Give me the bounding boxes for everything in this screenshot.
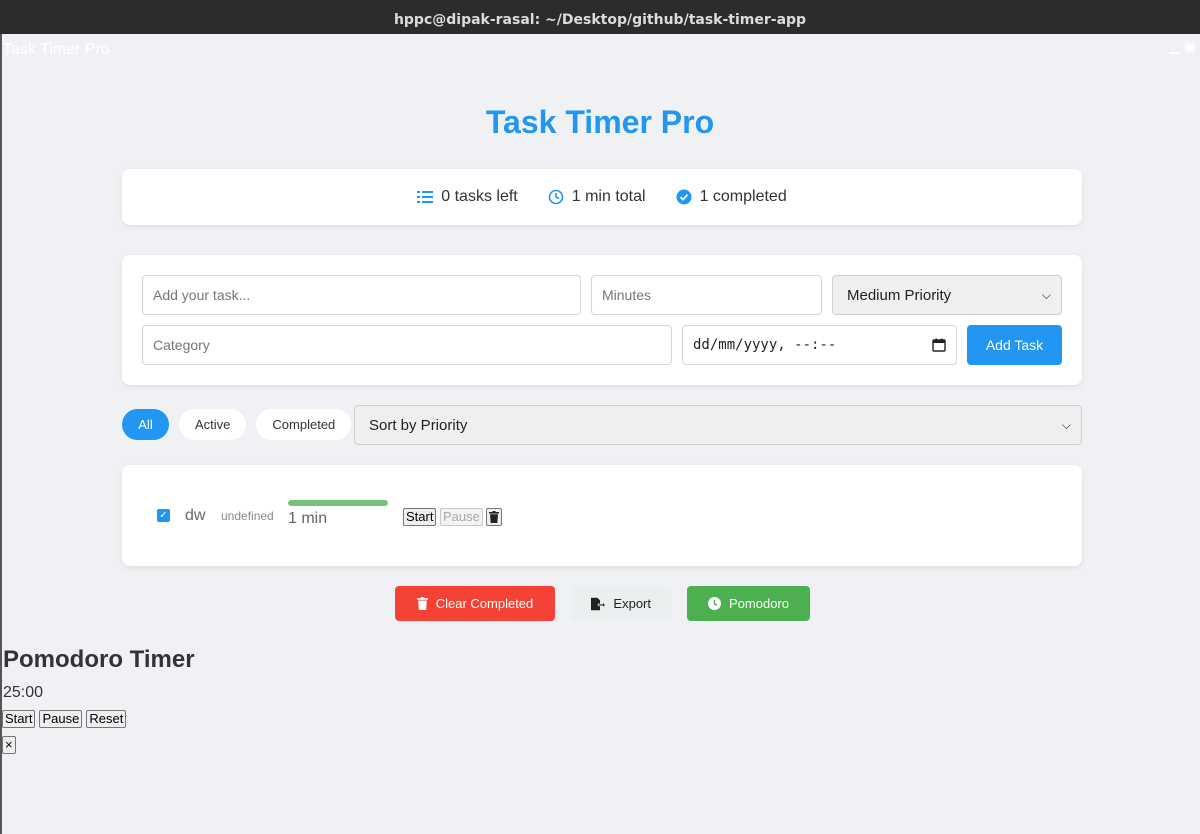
file-export-icon bbox=[591, 597, 606, 610]
close-icon[interactable]: × bbox=[2, 736, 16, 754]
bulk-actions: Clear Completed Export Pomodoro bbox=[395, 586, 810, 621]
stat-completed: 1 completed bbox=[676, 188, 787, 206]
pomodoro-reset-button[interactable]: Reset bbox=[86, 710, 127, 728]
task-pause-button[interactable]: Pause bbox=[440, 508, 483, 526]
stats-bar: 0 tasks left 1 min total 1 completed bbox=[122, 169, 1082, 225]
task-complete-checkbox[interactable]: ✓ bbox=[157, 509, 170, 522]
add-task-form: Medium Priority ⌵ dd/mm/yyyy, --:-- Add … bbox=[122, 255, 1082, 385]
clock-icon bbox=[708, 597, 721, 610]
priority-selected-value: Medium Priority bbox=[847, 286, 952, 304]
task-name: dw bbox=[185, 507, 206, 524]
task-time: 1 min bbox=[288, 510, 328, 527]
trash-icon bbox=[489, 511, 499, 523]
window-controls[interactable]: ▁ ▣ bbox=[1170, 40, 1196, 55]
completed-text: 1 completed bbox=[699, 188, 787, 205]
page-title: Task Timer Pro bbox=[485, 104, 715, 140]
total-time-text: 1 min total bbox=[571, 188, 646, 205]
pomodoro-time: 25:00 bbox=[3, 684, 44, 701]
task-delete-button[interactable] bbox=[486, 508, 502, 526]
check-circle-icon bbox=[676, 189, 692, 205]
calendar-icon[interactable] bbox=[932, 338, 946, 352]
task-input[interactable] bbox=[142, 275, 581, 315]
filter-completed[interactable]: Completed bbox=[256, 409, 352, 440]
list-icon bbox=[417, 191, 434, 203]
date-placeholder: dd/mm/yyyy, --:-- bbox=[693, 337, 837, 353]
stat-total-time: 1 min total bbox=[548, 188, 646, 206]
tasks-left-text: 0 tasks left bbox=[441, 188, 518, 205]
priority-select[interactable]: Medium Priority ⌵ bbox=[832, 275, 1062, 315]
add-task-button[interactable]: Add Task bbox=[967, 325, 1062, 365]
export-label: Export bbox=[613, 596, 651, 611]
app-menubar: Task Timer Pro ▁ ▣ bbox=[0, 34, 1200, 64]
task-category: undefined bbox=[221, 509, 274, 523]
pomodoro-controls: Start Pause Reset bbox=[2, 710, 127, 728]
clear-completed-label: Clear Completed bbox=[435, 596, 534, 611]
task-start-button[interactable]: Start bbox=[403, 508, 437, 526]
clock-icon bbox=[548, 189, 564, 205]
pomodoro-pause-button[interactable]: Pause bbox=[39, 710, 83, 728]
close-window-icon[interactable]: ▣ bbox=[1184, 40, 1196, 55]
pomodoro-button[interactable]: Pomodoro bbox=[687, 586, 810, 621]
clear-completed-button[interactable]: Clear Completed bbox=[395, 586, 555, 621]
app-name: Task Timer Pro bbox=[3, 41, 110, 58]
window-title: hppc@dipak-rasal: ~/Desktop/github/task-… bbox=[393, 12, 807, 28]
pomodoro-label: Pomodoro bbox=[729, 596, 789, 611]
chevron-down-icon: ⌵ bbox=[1061, 417, 1071, 432]
minutes-input[interactable] bbox=[591, 275, 822, 315]
pomodoro-title: Pomodoro Timer bbox=[3, 646, 195, 673]
stat-tasks-left: 0 tasks left bbox=[417, 188, 518, 206]
sort-select[interactable]: Sort by Priority ⌵ bbox=[354, 405, 1082, 445]
pomodoro-close: × bbox=[2, 736, 16, 754]
trash-icon bbox=[416, 597, 428, 610]
task-list: ✓ dw undefined 1 min Start Pause bbox=[122, 465, 1082, 566]
category-input[interactable] bbox=[142, 325, 672, 365]
export-button[interactable]: Export bbox=[571, 586, 671, 621]
filter-bar: All Active Completed bbox=[122, 409, 352, 440]
chevron-down-icon: ⌵ bbox=[1041, 287, 1051, 302]
pomodoro-start-button[interactable]: Start bbox=[2, 710, 36, 728]
minimize-icon[interactable]: ▁ bbox=[1170, 40, 1180, 55]
window-titlebar: hppc@dipak-rasal: ~/Desktop/github/task-… bbox=[0, 0, 1200, 34]
sort-selected-value: Sort by Priority bbox=[369, 416, 468, 434]
due-date-input[interactable]: dd/mm/yyyy, --:-- bbox=[682, 325, 957, 365]
task-progress-fill bbox=[288, 500, 388, 506]
filter-active[interactable]: Active bbox=[179, 409, 247, 440]
task-progress-bar bbox=[288, 500, 388, 506]
filter-all[interactable]: All bbox=[122, 409, 169, 440]
